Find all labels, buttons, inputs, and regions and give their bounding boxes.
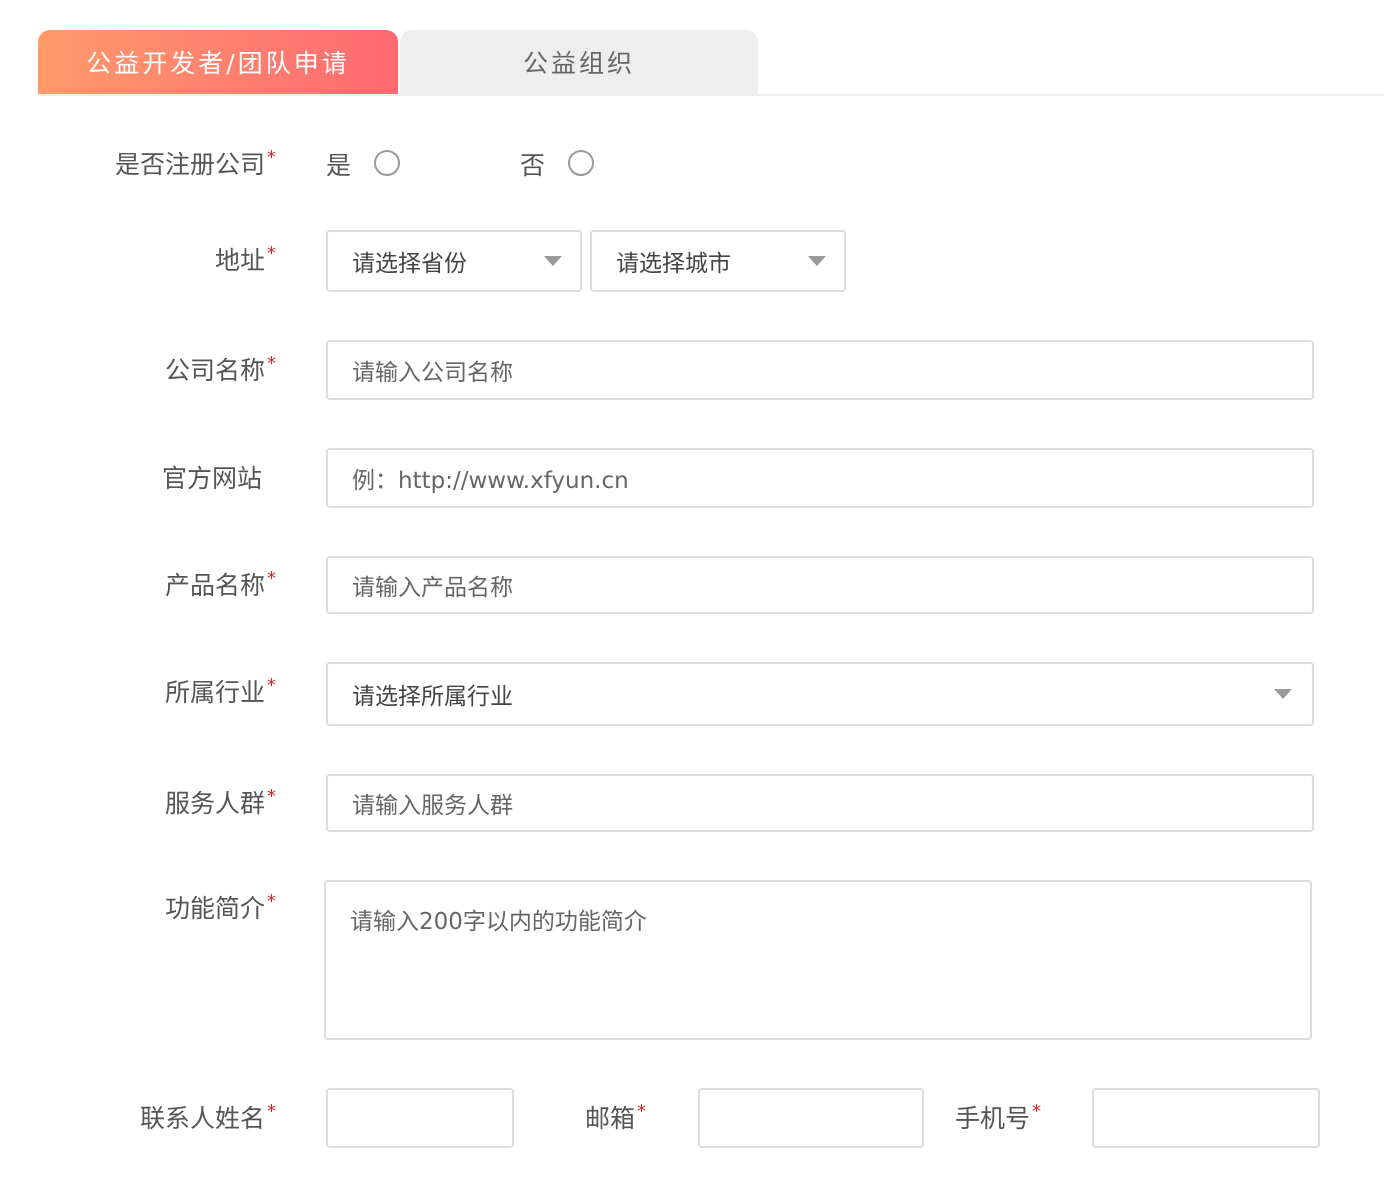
label-text: 官方网站 (161, 464, 262, 493)
radio-yes[interactable] (374, 150, 400, 176)
audience-input[interactable]: 请输入服务人群 (326, 774, 1314, 832)
radio-no-label: 否 (520, 151, 546, 180)
intro-label: 功能简介 * (165, 890, 276, 924)
industry-label: 所属行业 * (165, 674, 276, 708)
company-name-placeholder: 请输入公司名称 (352, 360, 513, 386)
email-input[interactable] (698, 1088, 924, 1148)
intro-placeholder: 请输入200字以内的功能简介 (350, 909, 647, 935)
label-text: 功能简介 (164, 894, 265, 923)
tab-public-welfare-organization[interactable]: 公益组织 (400, 30, 758, 94)
required-mark: * (267, 352, 276, 374)
address-row: 地址 * 请选择省份 请选择城市 (0, 230, 1384, 292)
contact-row: 联系人姓名 * 邮箱 * 手机号 * (0, 1088, 1384, 1148)
required-mark: * (637, 1100, 646, 1122)
phone-label: 手机号 * (955, 1100, 1041, 1134)
website-input[interactable]: 例：http://www.xfyun.cn (326, 448, 1314, 508)
required-mark: * (267, 890, 276, 912)
website-label: 官方网站 (162, 460, 262, 494)
tab-label: 公益开发者/团队申请 (86, 49, 350, 78)
industry-select[interactable]: 请选择所属行业 (326, 662, 1314, 726)
registered-company-row: 是否注册公司 * 是 否 (0, 146, 1384, 180)
product-name-row: 产品名称 * 请输入产品名称 (0, 556, 1384, 614)
product-name-input[interactable]: 请输入产品名称 (326, 556, 1314, 614)
label-text: 产品名称 (164, 571, 265, 600)
required-mark: * (267, 785, 276, 807)
required-mark: * (267, 1100, 276, 1122)
phone-input[interactable] (1092, 1088, 1320, 1148)
website-placeholder: 例：http://www.xfyun.cn (352, 468, 629, 494)
company-name-label: 公司名称 * (165, 352, 276, 386)
company-name-row: 公司名称 * 请输入公司名称 (0, 340, 1384, 400)
audience-label: 服务人群 * (165, 785, 276, 819)
tab-developer-team-application[interactable]: 公益开发者/团队申请 (38, 30, 398, 94)
label-text: 公司名称 (164, 356, 265, 385)
website-row: 官方网站 例：http://www.xfyun.cn (0, 448, 1384, 508)
product-name-placeholder: 请输入产品名称 (352, 575, 513, 601)
chevron-down-icon (544, 256, 562, 266)
required-mark: * (267, 567, 276, 589)
radio-yes-label: 是 (326, 151, 352, 180)
radio-no[interactable] (568, 150, 594, 176)
industry-select-text: 请选择所属行业 (352, 684, 513, 710)
label-text: 是否注册公司 (114, 150, 265, 179)
label-text: 所属行业 (164, 678, 265, 707)
company-name-input[interactable]: 请输入公司名称 (326, 340, 1314, 400)
chevron-down-icon (808, 256, 826, 266)
required-mark: * (267, 146, 276, 168)
tab-label: 公益组织 (522, 49, 635, 78)
city-select[interactable]: 请选择城市 (590, 230, 846, 292)
tab-bar: 公益开发者/团队申请 公益组织 (38, 30, 1384, 96)
intro-textarea[interactable]: 请输入200字以内的功能简介 (324, 880, 1312, 1040)
contact-name-input[interactable] (326, 1088, 514, 1148)
label-text: 联系人姓名 (139, 1104, 265, 1133)
audience-placeholder: 请输入服务人群 (352, 793, 513, 819)
audience-row: 服务人群 * 请输入服务人群 (0, 774, 1384, 832)
email-label: 邮箱 * (585, 1100, 646, 1134)
province-select[interactable]: 请选择省份 (326, 230, 582, 292)
province-select-text: 请选择省份 (352, 251, 467, 277)
contact-name-label: 联系人姓名 * (140, 1100, 276, 1134)
registered-company-label: 是否注册公司 * (115, 146, 276, 180)
label-text: 服务人群 (164, 789, 265, 818)
required-mark: * (267, 674, 276, 696)
required-mark: * (267, 242, 276, 264)
address-label: 地址 * (215, 242, 276, 276)
product-name-label: 产品名称 * (165, 567, 276, 601)
intro-row: 功能简介 * 请输入200字以内的功能简介 (0, 880, 1384, 1040)
required-mark: * (1032, 1100, 1041, 1122)
industry-row: 所属行业 * 请选择所属行业 (0, 662, 1384, 726)
city-select-text: 请选择城市 (616, 251, 731, 277)
label-text: 邮箱 (584, 1104, 635, 1133)
label-text: 手机号 (954, 1104, 1030, 1133)
chevron-down-icon (1274, 689, 1292, 699)
label-text: 地址 (214, 246, 265, 275)
